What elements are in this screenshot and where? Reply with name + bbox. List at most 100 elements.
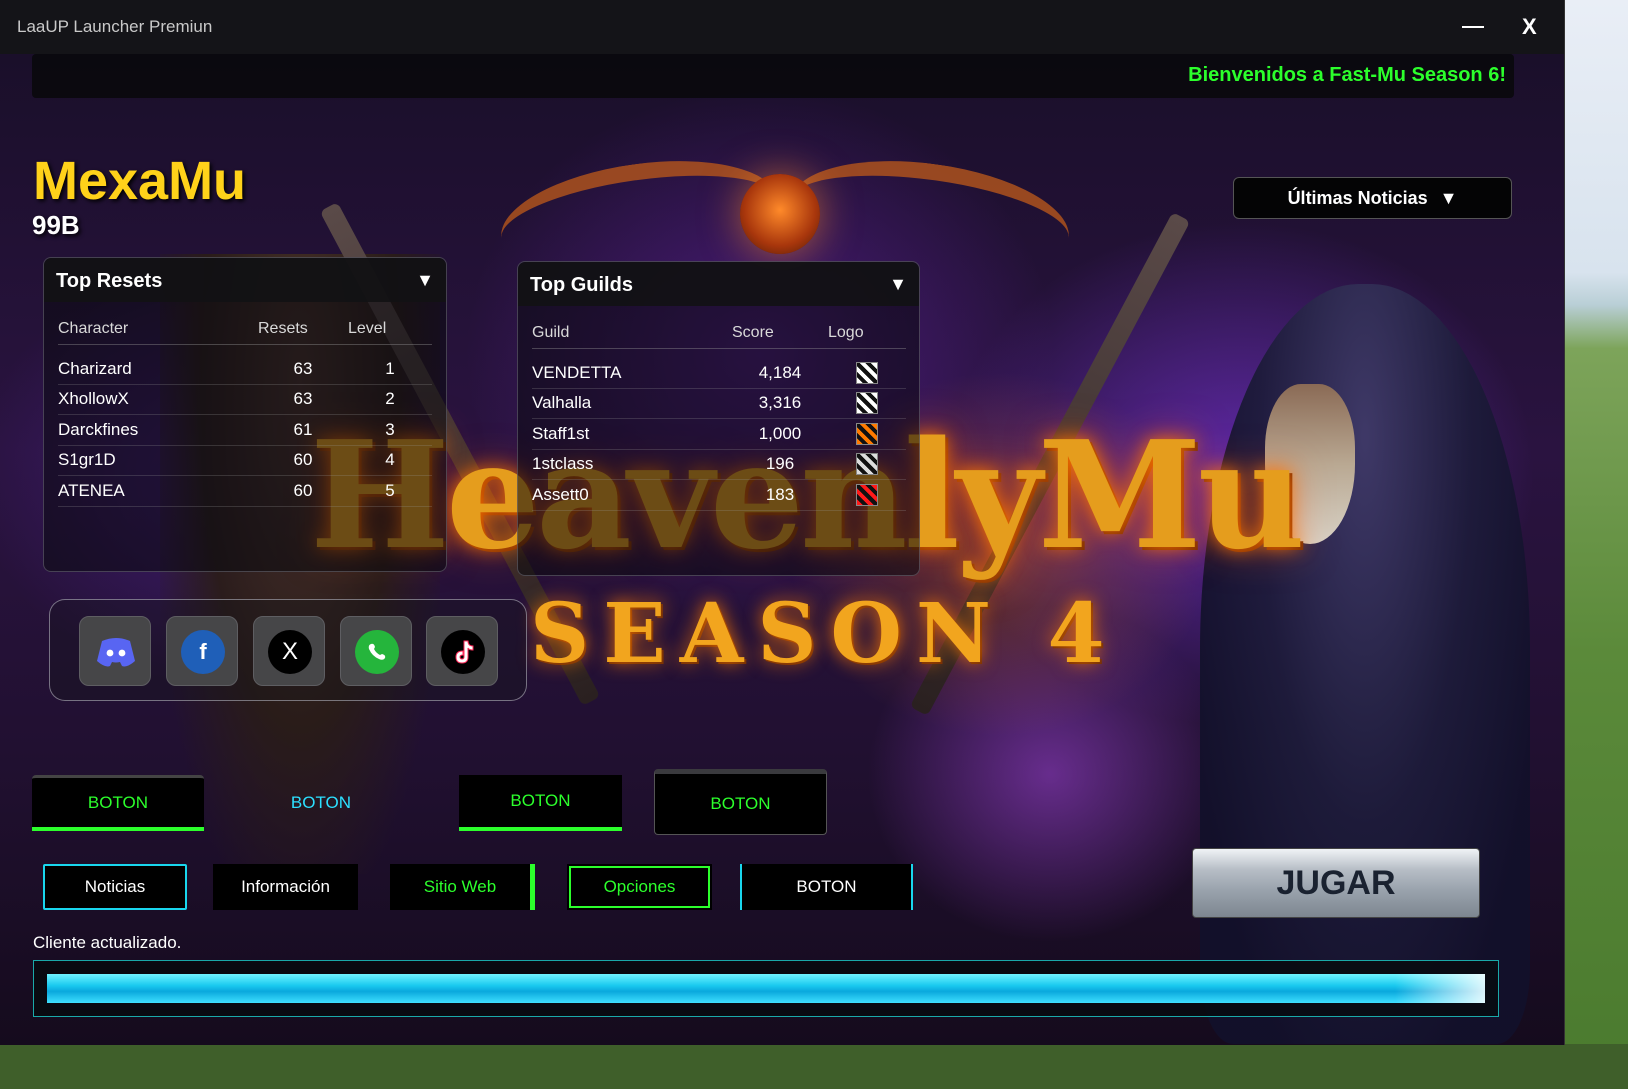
boton-button-5[interactable]: BOTON [740, 864, 913, 910]
tiktok-icon [441, 630, 485, 674]
cell-character: S1gr1D [58, 445, 258, 476]
top-resets-title: Top Resets [56, 270, 163, 292]
table-row: VENDETTA 4,184 [532, 348, 906, 389]
boton-button-4[interactable]: BOTON [654, 769, 827, 835]
cell-level: 1 [348, 344, 432, 385]
cell-score: 1,000 [732, 418, 828, 450]
guild-logo-icon [856, 453, 878, 476]
welcome-marquee: Bienvenidos a Fast-Mu Season 6! [32, 54, 1514, 98]
discord-button[interactable] [79, 616, 151, 686]
launcher-window: LaaUP Launcher Premiun X HeavenlyMu SEAS… [0, 0, 1565, 1045]
top-guilds-title: Top Guilds [530, 274, 633, 296]
top-guilds-header[interactable]: Top Guilds ▼ [518, 262, 919, 306]
table-row: XhollowX 63 2 [58, 384, 432, 415]
table-row: Charizard 63 1 [58, 344, 432, 385]
boton-button-1[interactable]: BOTON [32, 775, 204, 831]
cell-resets: 63 [258, 384, 348, 415]
cell-logo [828, 418, 906, 450]
cell-score: 183 [732, 479, 828, 511]
top-resets-header[interactable]: Top Resets ▼ [44, 258, 446, 302]
tiktok-button[interactable] [426, 616, 498, 686]
top-guilds-panel: Top Guilds ▼ Guild Score Logo VENDETTA 4… [517, 261, 920, 576]
cell-score: 3,316 [732, 388, 828, 419]
cell-resets: 60 [258, 445, 348, 476]
emblem-gem [740, 174, 820, 254]
play-button[interactable]: JUGAR [1192, 848, 1480, 918]
table-row: S1gr1D 60 4 [58, 445, 432, 476]
boton-button-2[interactable]: BOTON [235, 775, 407, 831]
cell-resets: 63 [258, 344, 348, 385]
chevron-down-icon[interactable]: ▼ [416, 270, 434, 291]
boton-button-3[interactable]: BOTON [459, 775, 622, 831]
cell-character: Charizard [58, 344, 258, 385]
table-row: 1stclass 196 [532, 449, 906, 480]
cell-guild: Assett0 [532, 479, 732, 511]
guild-logo-icon [856, 392, 878, 415]
top-resets-panel: Top Resets ▼ Character Resets Level Char… [43, 257, 447, 572]
table-row: Darckfines 61 3 [58, 414, 432, 446]
guild-logo-icon [856, 422, 878, 445]
progress-bar [33, 960, 1499, 1017]
informacion-button[interactable]: Información [213, 864, 358, 910]
minimize-button[interactable] [1462, 26, 1484, 28]
col-logo: Logo [828, 318, 906, 349]
cell-guild: Valhalla [532, 388, 732, 419]
noticias-button[interactable]: Noticias [43, 864, 187, 910]
guild-logo-icon [856, 362, 878, 384]
cell-guild: Staff1st [532, 418, 732, 450]
server-name: MexaMu [33, 151, 247, 211]
cell-character: Darckfines [58, 414, 258, 446]
top-guilds-table: Guild Score Logo VENDETTA 4,184 Valhalla… [532, 318, 906, 511]
desktop-bottom [0, 1044, 1628, 1089]
col-score: Score [732, 318, 828, 349]
status-text: Cliente actualizado. [33, 933, 182, 952]
table-row: ATENEA 60 5 [58, 475, 432, 507]
news-dropdown-label: Últimas Noticias [1287, 187, 1428, 208]
chevron-down-icon: ▼ [1439, 187, 1458, 208]
top-resets-table: Character Resets Level Charizard 63 1 Xh… [58, 314, 432, 507]
window-title: LaaUP Launcher Premiun [17, 17, 213, 36]
facebook-button[interactable]: f [166, 616, 238, 686]
server-subtitle: 99B [32, 210, 80, 240]
desktop-background [1558, 0, 1628, 1089]
cell-logo [828, 348, 906, 389]
col-guild: Guild [532, 318, 732, 349]
cell-logo [828, 449, 906, 480]
cell-level: 4 [348, 445, 432, 476]
table-row: Staff1st 1,000 [532, 418, 906, 450]
cell-score: 4,184 [732, 348, 828, 389]
facebook-icon: f [181, 630, 225, 674]
progress-fill [47, 974, 1485, 1003]
cell-level: 2 [348, 384, 432, 415]
social-links: f X [49, 599, 527, 701]
table-row: Valhalla 3,316 [532, 388, 906, 419]
marquee-text: Bienvenidos a Fast-Mu Season 6! [1188, 64, 1506, 86]
news-dropdown[interactable]: Últimas Noticias ▼ [1233, 177, 1512, 219]
cell-level: 3 [348, 414, 432, 446]
cell-guild: 1stclass [532, 449, 732, 480]
wizard-figure [1200, 284, 1530, 1044]
cell-score: 196 [732, 449, 828, 480]
cell-level: 5 [348, 475, 432, 507]
opciones-button[interactable]: Opciones [567, 864, 712, 910]
close-button[interactable]: X [1522, 14, 1537, 40]
chevron-down-icon[interactable]: ▼ [889, 274, 907, 295]
discord-icon [94, 630, 138, 674]
banner-subtitle: SEASON 4 [530, 586, 1119, 682]
col-character: Character [58, 314, 258, 345]
cell-resets: 61 [258, 414, 348, 446]
whatsapp-button[interactable] [340, 616, 412, 686]
cell-character: XhollowX [58, 384, 258, 415]
guild-logo-icon [856, 483, 878, 506]
col-resets: Resets [258, 314, 348, 345]
title-bar[interactable]: LaaUP Launcher Premiun X [0, 0, 1564, 54]
sitio-web-button[interactable]: Sitio Web [390, 864, 535, 910]
cell-guild: VENDETTA [532, 348, 732, 389]
cell-logo [828, 388, 906, 419]
cell-logo [828, 479, 906, 511]
x-icon: X [268, 630, 312, 674]
cell-character: ATENEA [58, 475, 258, 507]
table-row: Assett0 183 [532, 479, 906, 511]
cell-resets: 60 [258, 475, 348, 507]
x-button[interactable]: X [253, 616, 325, 686]
